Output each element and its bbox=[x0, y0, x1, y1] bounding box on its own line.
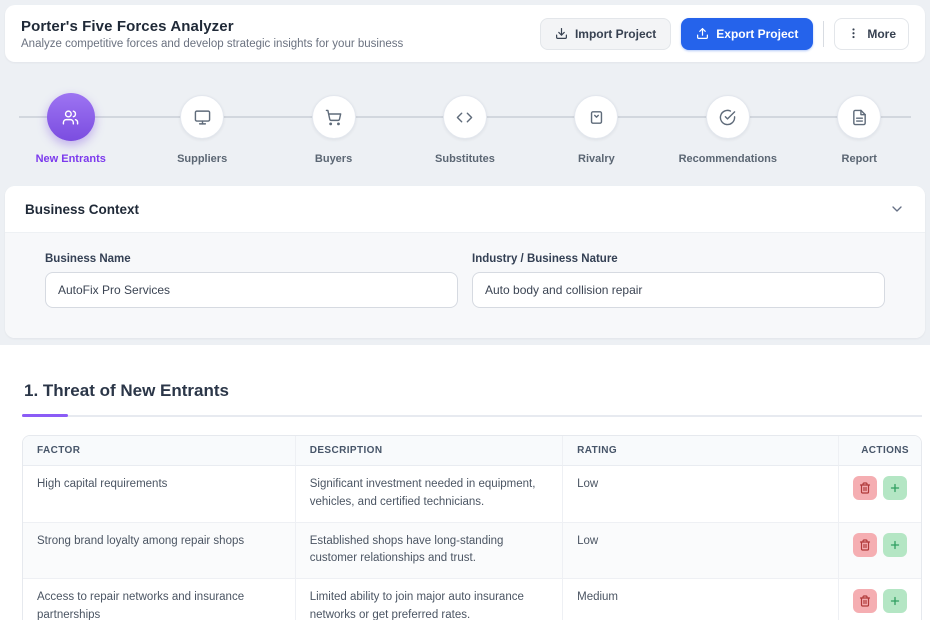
trash-icon bbox=[859, 539, 871, 551]
section-title: 1. Threat of New Entrants bbox=[22, 381, 922, 401]
export-project-label: Export Project bbox=[716, 27, 798, 41]
trash-icon bbox=[859, 482, 871, 494]
archive-box-icon bbox=[574, 95, 618, 139]
delete-row-button[interactable] bbox=[853, 533, 877, 557]
actions-cell bbox=[838, 523, 921, 580]
actions-cell bbox=[838, 466, 921, 523]
description-cell: Established shops have long-standing cus… bbox=[295, 523, 562, 580]
description-column-header: DESCRIPTION bbox=[295, 436, 562, 466]
more-button[interactable]: More bbox=[834, 18, 909, 50]
step-recommendations[interactable]: Recommendations bbox=[662, 93, 793, 186]
business-context-form: Business Name Industry / Business Nature bbox=[5, 232, 925, 338]
step-suppliers[interactable]: Suppliers bbox=[136, 93, 267, 186]
chevron-down-icon[interactable] bbox=[889, 201, 905, 217]
actions-column-header: ACTIONS bbox=[838, 436, 921, 466]
import-project-button[interactable]: Import Project bbox=[540, 18, 671, 50]
business-context-card: Business Context Business Name Industry … bbox=[5, 186, 925, 338]
step-label: Substitutes bbox=[435, 153, 495, 165]
add-row-button[interactable] bbox=[883, 589, 907, 613]
factor-cell: Strong brand loyalty among repair shops bbox=[23, 523, 295, 580]
table-header-row: FACTOR DESCRIPTION RATING ACTIONS bbox=[23, 436, 921, 466]
description-cell: Significant investment needed in equipme… bbox=[295, 466, 562, 523]
step-substitutes[interactable]: Substitutes bbox=[399, 93, 530, 186]
business-context-title: Business Context bbox=[25, 202, 139, 217]
section-title-underline bbox=[22, 415, 922, 417]
step-label: New Entrants bbox=[36, 153, 106, 165]
table-row: High capital requirements Significant in… bbox=[23, 466, 921, 523]
check-circle-icon bbox=[706, 95, 750, 139]
plus-icon bbox=[889, 482, 901, 494]
table-row: Access to repair networks and insurance … bbox=[23, 579, 921, 620]
factor-column-header: FACTOR bbox=[23, 436, 295, 466]
industry-input[interactable] bbox=[472, 272, 885, 308]
step-label: Buyers bbox=[315, 153, 352, 165]
business-name-field-group: Business Name bbox=[45, 253, 458, 308]
page-title: Porter's Five Forces Analyzer bbox=[21, 18, 403, 35]
header-actions: Import Project Export Project More bbox=[540, 18, 909, 50]
delete-row-button[interactable] bbox=[853, 476, 877, 500]
upload-icon bbox=[696, 27, 709, 40]
app-header: Porter's Five Forces Analyzer Analyze co… bbox=[5, 5, 925, 62]
download-icon bbox=[555, 27, 568, 40]
export-project-button[interactable]: Export Project bbox=[681, 18, 813, 50]
trash-icon bbox=[859, 595, 871, 607]
add-row-button[interactable] bbox=[883, 533, 907, 557]
factors-table-body: High capital requirements Significant in… bbox=[23, 466, 921, 620]
step-label: Suppliers bbox=[177, 153, 227, 165]
add-row-button[interactable] bbox=[883, 476, 907, 500]
file-text-icon bbox=[837, 95, 881, 139]
description-cell: Limited ability to join major auto insur… bbox=[295, 579, 562, 620]
steps-navigation: New Entrants Suppliers Buyers Substitute… bbox=[5, 62, 925, 186]
business-name-label: Business Name bbox=[45, 253, 458, 265]
rating-cell: Medium bbox=[562, 579, 838, 620]
industry-label: Industry / Business Nature bbox=[472, 253, 885, 265]
step-rivalry[interactable]: Rivalry bbox=[531, 93, 662, 186]
step-new-entrants[interactable]: New Entrants bbox=[5, 93, 136, 186]
step-buyers[interactable]: Buyers bbox=[268, 93, 399, 186]
table-row: Strong brand loyalty among repair shops … bbox=[23, 523, 921, 580]
page-subtitle: Analyze competitive forces and develop s… bbox=[21, 38, 403, 50]
kebab-menu-icon bbox=[847, 27, 860, 40]
industry-field-group: Industry / Business Nature bbox=[472, 253, 885, 308]
code-icon bbox=[443, 95, 487, 139]
delete-row-button[interactable] bbox=[853, 589, 877, 613]
step-label: Report bbox=[842, 153, 877, 165]
step-label: Recommendations bbox=[679, 153, 777, 165]
rating-column-header: RATING bbox=[562, 436, 838, 466]
header-titles: Porter's Five Forces Analyzer Analyze co… bbox=[21, 18, 403, 50]
import-project-label: Import Project bbox=[575, 27, 656, 41]
plus-icon bbox=[889, 595, 901, 607]
force-section: 1. Threat of New Entrants FACTOR DESCRIP… bbox=[0, 345, 930, 620]
factors-table: FACTOR DESCRIPTION RATING ACTIONS High c… bbox=[22, 435, 922, 620]
monitor-icon bbox=[180, 95, 224, 139]
rating-cell: Low bbox=[562, 523, 838, 580]
more-label: More bbox=[867, 27, 896, 41]
step-report[interactable]: Report bbox=[794, 93, 925, 186]
factor-cell: Access to repair networks and insurance … bbox=[23, 579, 295, 620]
header-divider bbox=[823, 21, 824, 47]
stepper-steps: New Entrants Suppliers Buyers Substitute… bbox=[5, 62, 925, 186]
actions-cell bbox=[838, 579, 921, 620]
step-label: Rivalry bbox=[578, 153, 615, 165]
rating-cell: Low bbox=[562, 466, 838, 523]
business-name-input[interactable] bbox=[45, 272, 458, 308]
plus-icon bbox=[889, 539, 901, 551]
top-panel: Porter's Five Forces Analyzer Analyze co… bbox=[0, 0, 930, 345]
business-context-header[interactable]: Business Context bbox=[5, 186, 925, 232]
factor-cell: High capital requirements bbox=[23, 466, 295, 523]
shopping-cart-icon bbox=[312, 95, 356, 139]
users-icon bbox=[47, 93, 95, 141]
